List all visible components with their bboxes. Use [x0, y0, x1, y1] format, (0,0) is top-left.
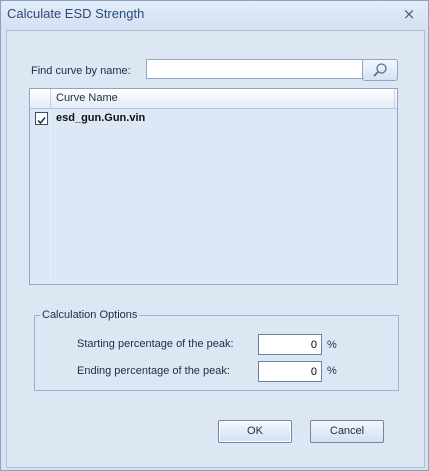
end-percent-unit: %	[327, 365, 337, 377]
dialog-body: Find curve by name: Curve Name esd_gun.G…	[6, 30, 425, 468]
calculation-options-title: Calculation Options	[40, 309, 140, 321]
search-button[interactable]	[362, 59, 398, 81]
start-percent-unit: %	[327, 339, 337, 351]
title-bar[interactable]: Calculate ESD Strength ×	[1, 1, 428, 29]
checkmark-icon	[37, 117, 46, 125]
column-divider	[50, 109, 51, 284]
curve-checkbox[interactable]	[35, 112, 48, 125]
start-percentage-input[interactable]	[258, 334, 322, 355]
end-percentage-input[interactable]	[258, 361, 322, 382]
close-icon[interactable]: ×	[402, 7, 416, 22]
search-icon	[373, 63, 387, 77]
find-curve-label: Find curve by name:	[31, 65, 131, 77]
curve-search-input[interactable]	[146, 59, 364, 79]
ok-button[interactable]: OK	[218, 420, 292, 443]
checkbox-column-header[interactable]	[30, 89, 51, 108]
cancel-button[interactable]: Cancel	[310, 420, 384, 443]
curve-list-header: Curve Name	[30, 89, 397, 109]
list-item[interactable]: esd_gun.Gun.vin	[30, 109, 397, 128]
dialog-window: Calculate ESD Strength × Find curve by n…	[0, 0, 429, 471]
start-percentage-label: Starting percentage of the peak:	[77, 338, 234, 350]
curve-name-column-header[interactable]: Curve Name	[56, 92, 118, 104]
dialog-title: Calculate ESD Strength	[7, 6, 145, 21]
curve-name: esd_gun.Gun.vin	[56, 112, 146, 124]
calculation-options-group	[34, 315, 399, 391]
curve-list[interactable]: Curve Name esd_gun.Gun.vin	[29, 88, 398, 285]
header-divider	[394, 89, 395, 108]
end-percentage-label: Ending percentage of the peak:	[77, 365, 230, 377]
